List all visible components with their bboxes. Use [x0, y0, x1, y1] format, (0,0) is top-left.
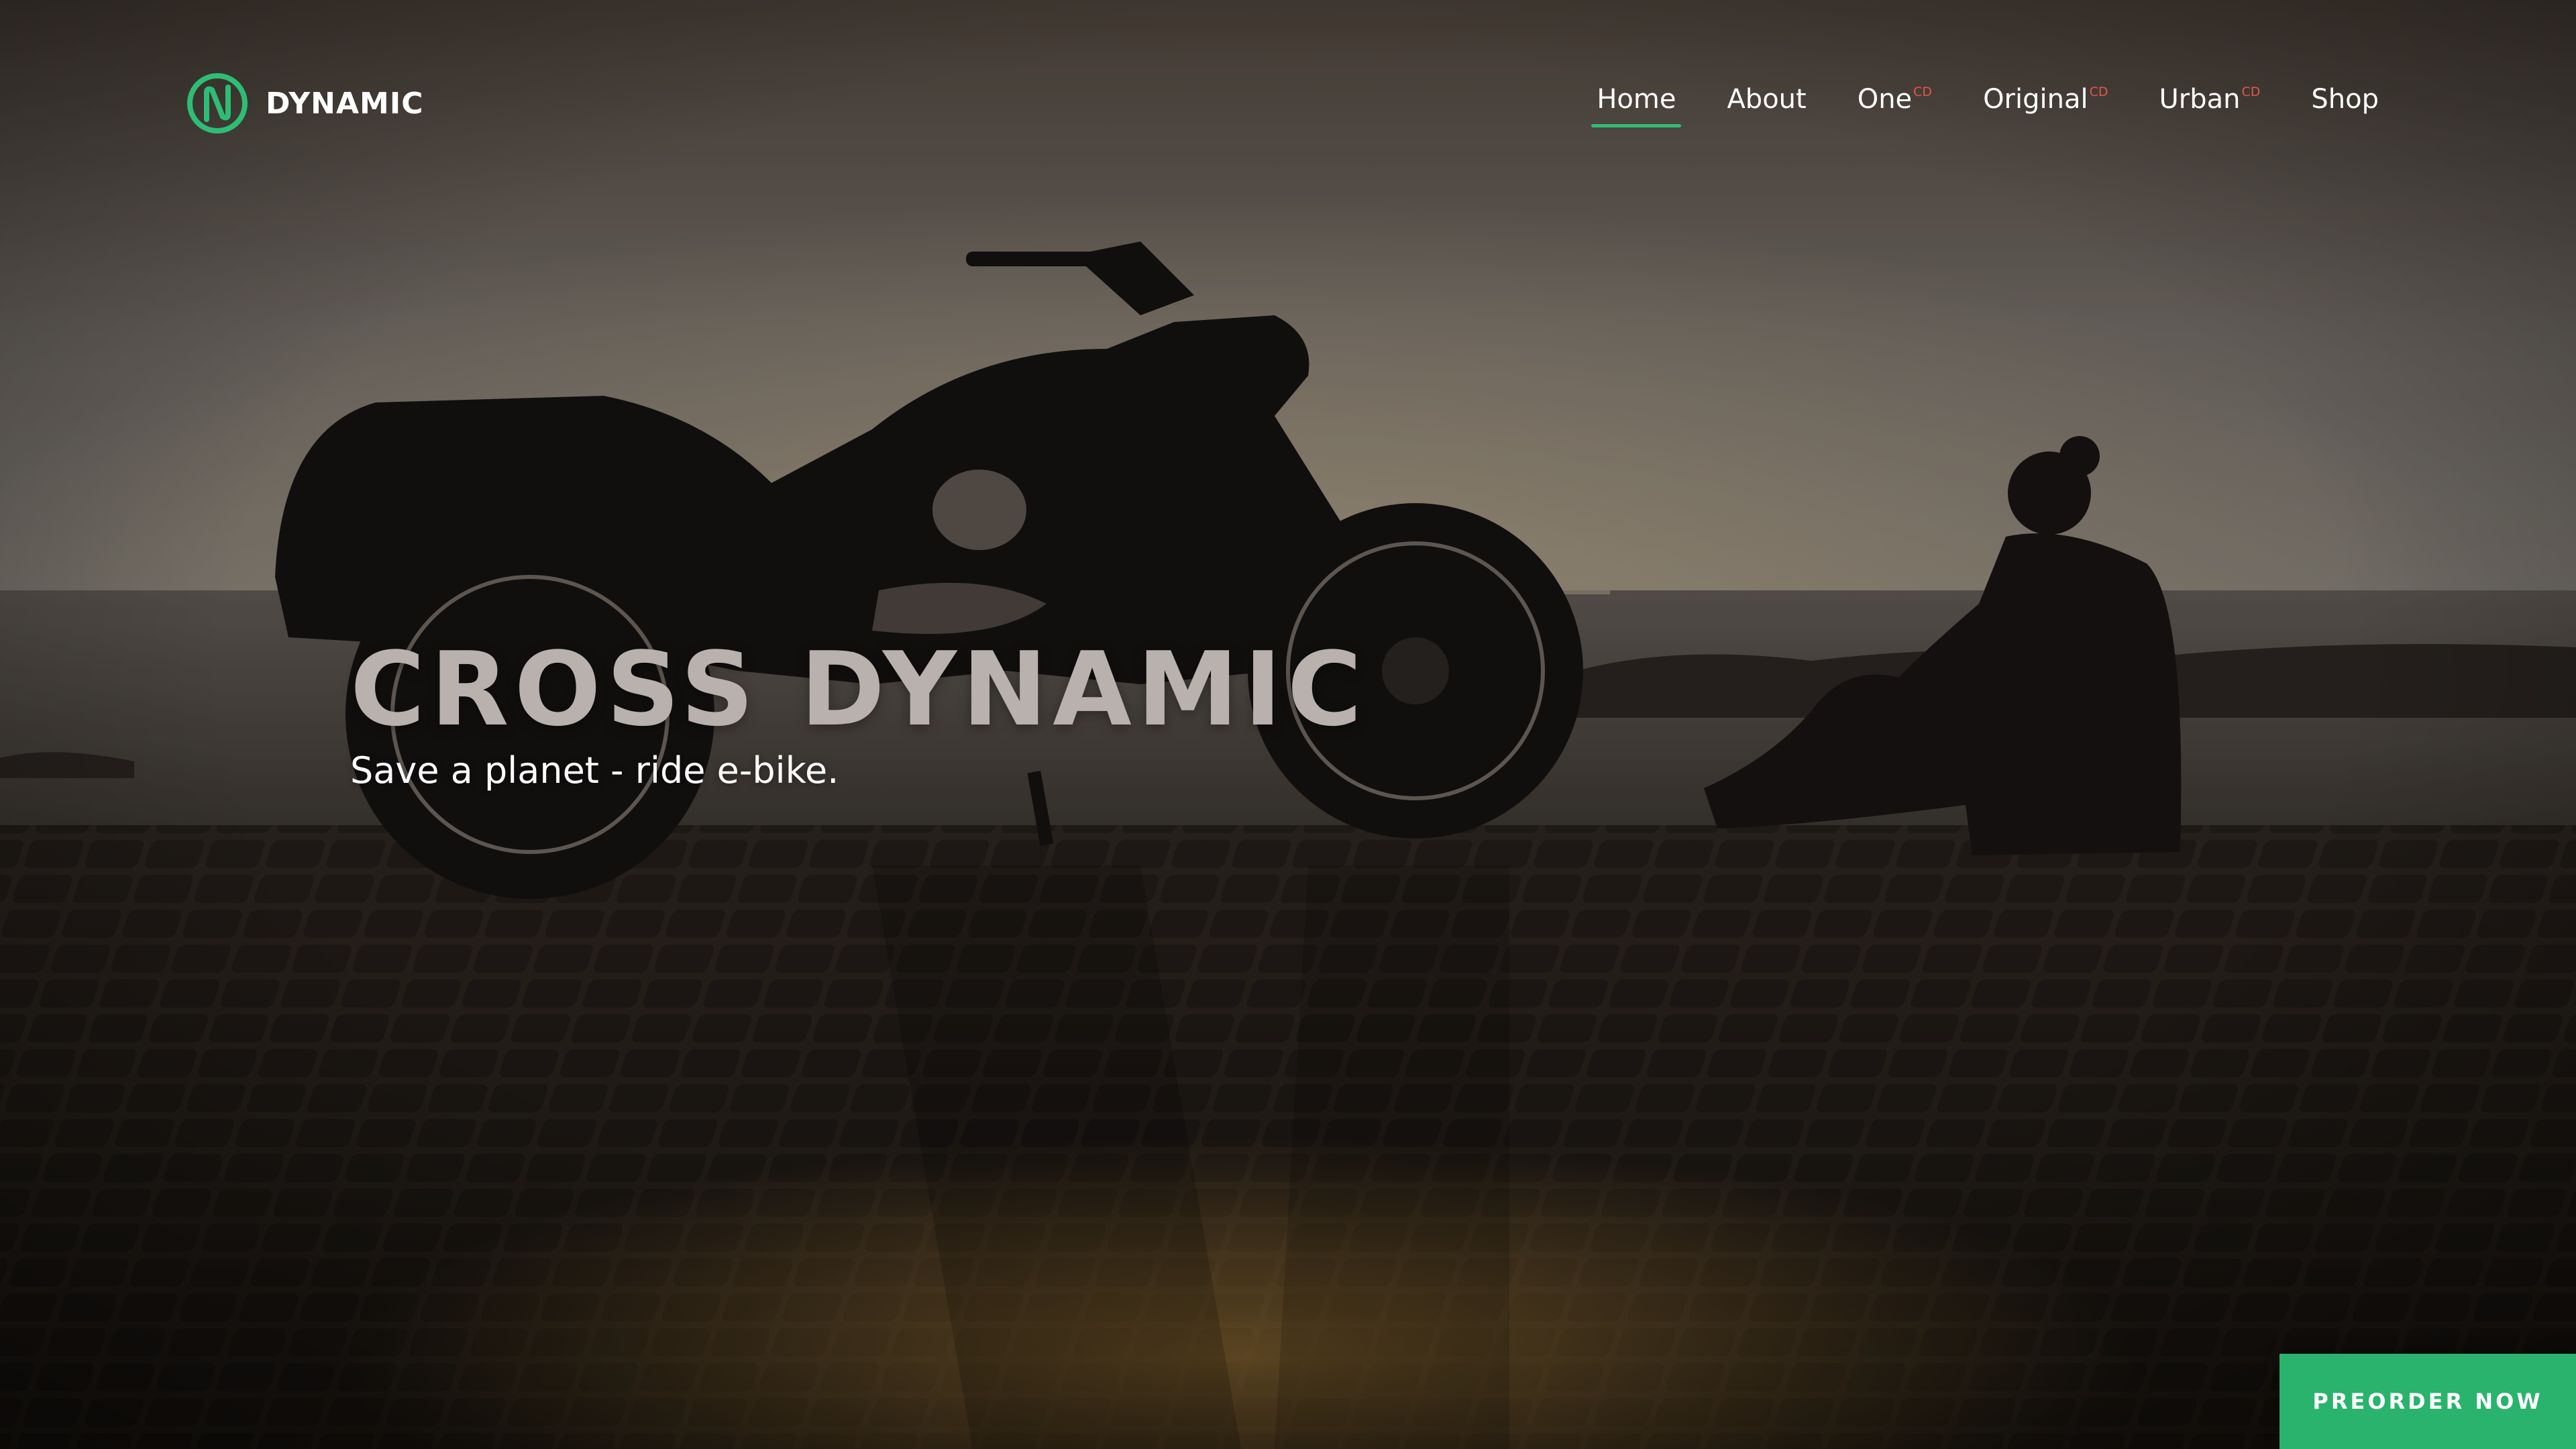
brand-home-link[interactable]: DYNAMIC: [186, 72, 424, 134]
nav-item-label: Original: [1983, 84, 2088, 115]
nav-item-badge: CD: [1913, 85, 1933, 99]
nav-item-one[interactable]: One CD: [1852, 79, 1937, 132]
nav-item-badge: CD: [2089, 85, 2108, 99]
nav-item-about[interactable]: About: [1721, 79, 1811, 127]
nav-item-label: Urban: [2159, 84, 2241, 115]
dynamic-logo-icon: [187, 73, 248, 133]
hero-title: CROSS DYNAMIC: [350, 630, 1368, 749]
nav-item-urban[interactable]: Urban CD: [2154, 79, 2266, 132]
site-header: DYNAMIC Home About One CD Original CD Urba…: [0, 0, 2576, 201]
nav-item-label: About: [1727, 84, 1807, 115]
hero-section: DYNAMIC Home About One CD Original CD Urba…: [0, 0, 2576, 1449]
main-nav: Home About One CD Original CD Urban CD Shop: [1591, 79, 2384, 127]
nav-item-label: Home: [1597, 84, 1676, 115]
preorder-now-button[interactable]: PREORDER NOW: [2279, 1354, 2576, 1449]
hero-copy: CROSS DYNAMIC Save a planet - ride e-bik…: [350, 636, 1625, 794]
hero-subtitle: Save a planet - ride e-bike.: [350, 749, 839, 792]
nav-item-home[interactable]: Home: [1591, 79, 1682, 127]
nav-item-label: One: [1857, 84, 1913, 115]
nav-item-original[interactable]: Original CD: [1978, 79, 2113, 132]
nav-item-shop[interactable]: Shop: [2306, 79, 2384, 127]
nav-item-label: Shop: [2311, 84, 2379, 115]
brand-name: DYNAMIC: [266, 86, 424, 121]
nav-item-badge: CD: [2241, 85, 2261, 99]
